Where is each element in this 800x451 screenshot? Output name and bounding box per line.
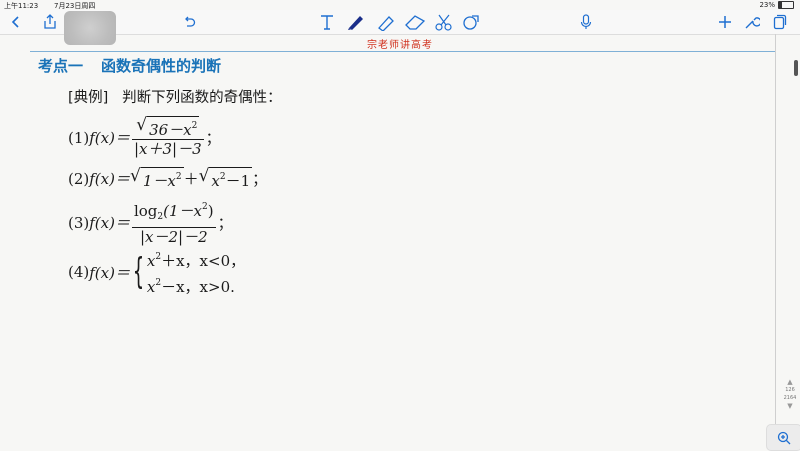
share-icon[interactable] <box>42 13 58 31</box>
battery-indicator: 23% <box>759 1 794 9</box>
piecewise: { x2＋x，x<0， x2－x，x>0. <box>130 246 245 298</box>
toolbar <box>0 10 800 45</box>
text-tool-icon[interactable] <box>319 13 335 31</box>
undo-icon[interactable] <box>182 13 196 31</box>
problem-1: (1) f(x)＝ √ 36－x2 |x＋3|－3 ； <box>68 115 221 159</box>
problem-3: (3) f(x)＝ log2(1－x2) |x－2|－2 ； <box>68 198 233 247</box>
scrollbar[interactable] <box>794 60 798 76</box>
brace-icon: { <box>132 251 145 292</box>
battery-percent: 23% <box>759 1 775 9</box>
section-heading: 考点一 函数奇偶性的判断 <box>38 55 239 76</box>
back-icon[interactable] <box>10 13 22 31</box>
example-prompt: [典例] 判断下列函数的奇偶性： <box>68 86 282 107</box>
pages-icon[interactable] <box>773 13 787 31</box>
example-text: 判断下列函数的奇偶性： <box>122 90 282 106</box>
radicand: 1－x <box>142 172 176 190</box>
section-title: 函数奇偶性的判断 <box>101 57 222 75</box>
func-prefix: f(x)＝ <box>89 129 130 147</box>
zoom-button[interactable] <box>766 424 800 451</box>
func-prefix: f(x)＝ <box>89 214 130 232</box>
zoom-in-icon <box>777 431 791 444</box>
current-page: 126 <box>785 387 795 393</box>
radicand: 36－x <box>149 121 192 139</box>
log-close: ) <box>207 202 214 220</box>
status-bar: 上午11:23 7月23日周四 23% <box>0 0 800 10</box>
func-prefix: f(x)＝ <box>89 170 130 188</box>
lasso-scissors-icon[interactable] <box>434 13 454 31</box>
sqrt: √ 1－x2 <box>129 166 184 190</box>
case-text: －x，x>0. <box>161 278 235 296</box>
wrench-icon[interactable] <box>744 13 760 31</box>
func-prefix: f(x)＝ <box>89 263 130 282</box>
radicand: x <box>211 172 220 190</box>
chevron-down-icon[interactable]: ▼ <box>780 402 800 410</box>
fraction: log2(1－x2) |x－2|－2 <box>131 202 216 246</box>
problem-label: (2) <box>68 169 90 188</box>
denominator: |x－2|－2 <box>139 228 208 246</box>
radicand-tail: －1 <box>225 172 251 190</box>
shapes-icon[interactable] <box>462 13 480 31</box>
problem-label: (3) <box>68 213 90 232</box>
case-1: x2＋x，x<0， <box>146 252 246 270</box>
chevron-up-icon[interactable]: ▲ <box>780 378 800 386</box>
pen-icon[interactable] <box>346 13 366 31</box>
page-indicator[interactable]: ▲ 126 2164 ▼ <box>780 378 800 410</box>
header-rule <box>30 51 775 52</box>
sqrt: √ 36－x2 <box>136 115 200 139</box>
problem-label: (4) <box>68 263 90 281</box>
sqrt: √ x2－1 <box>198 166 253 190</box>
example-tag: [典例] <box>68 90 109 106</box>
problem-label: (1) <box>68 128 90 147</box>
log-text: log <box>133 202 158 220</box>
add-icon[interactable] <box>718 13 732 31</box>
margin-rule <box>775 34 776 449</box>
total-pages: 2164 <box>783 395 797 401</box>
battery-icon <box>778 1 794 9</box>
section-label: 考点一 <box>38 57 84 75</box>
case-text: ＋x，x<0， <box>161 252 246 270</box>
page-header: 宗老师讲高考 <box>367 40 433 51</box>
denominator: |x＋3|－3 <box>133 140 202 158</box>
problem-2: (2) f(x)＝ √ 1－x2 ＋ √ x2－1； <box>68 166 268 190</box>
case-2: x2－x，x>0. <box>146 278 235 296</box>
eraser-icon[interactable] <box>404 13 426 31</box>
highlighter-icon[interactable] <box>376 13 396 31</box>
mic-icon[interactable] <box>580 13 592 31</box>
problem-4: (4) f(x)＝ { x2＋x，x<0， x2－x，x>0. <box>68 246 245 298</box>
fraction: √ 36－x2 |x＋3|－3 <box>131 115 204 159</box>
log-arg: (1－x <box>163 202 202 220</box>
